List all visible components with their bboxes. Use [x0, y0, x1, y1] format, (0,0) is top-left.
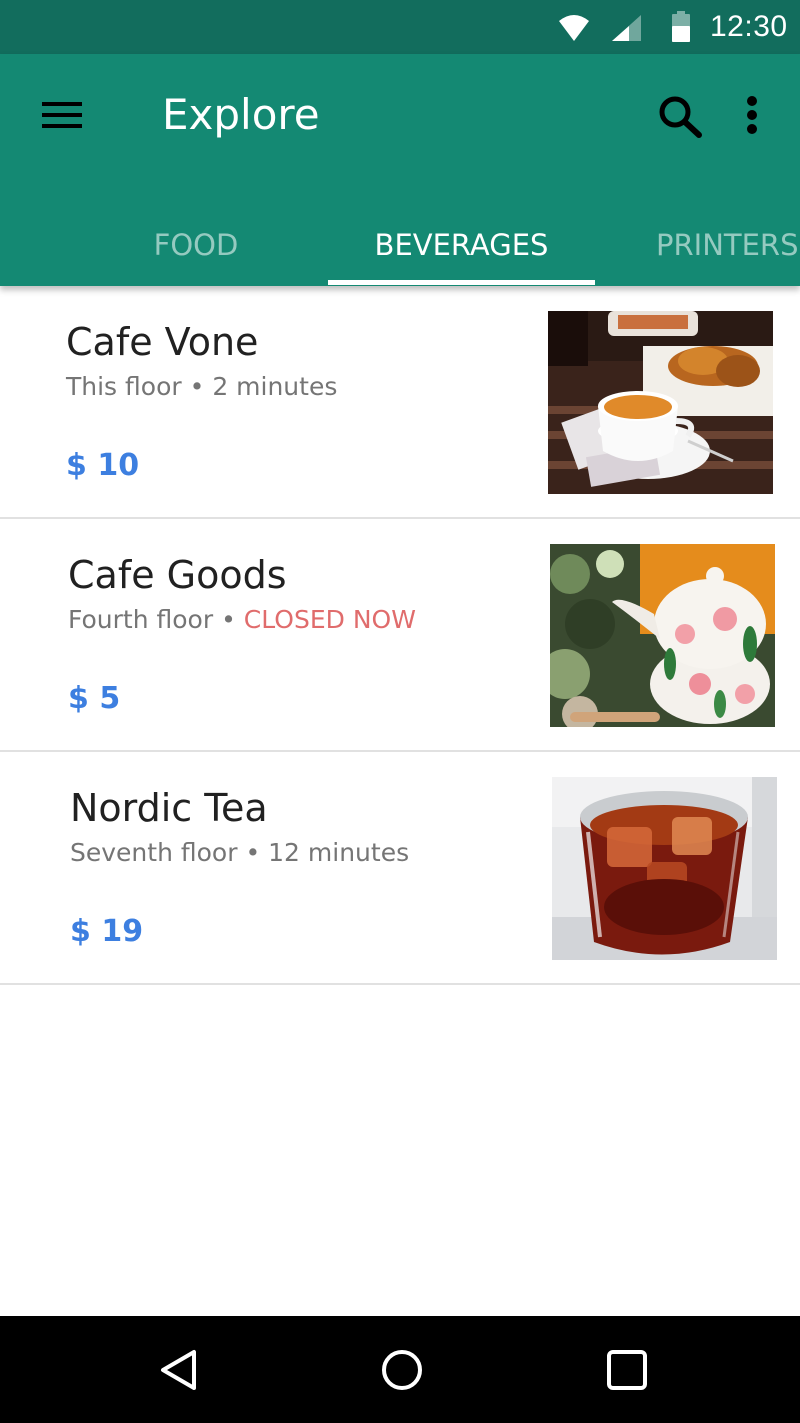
signal-icon — [612, 15, 641, 41]
place-location: Seventh floor — [70, 838, 238, 867]
place-name: Cafe Goods — [68, 553, 287, 597]
tab-beverages[interactable]: BEVERAGES — [328, 204, 595, 286]
place-price: $ 10 — [66, 448, 140, 483]
separator-dot: • — [221, 605, 236, 634]
more-vert-icon[interactable] — [740, 94, 764, 138]
place-name: Nordic Tea — [70, 786, 268, 830]
menu-icon[interactable] — [40, 100, 84, 130]
place-name: Cafe Vone — [66, 320, 259, 364]
place-detail: 12 minutes — [268, 838, 410, 867]
tab-indicator — [328, 280, 595, 285]
status-bar: 12:30 — [0, 0, 800, 54]
place-location: Fourth floor — [68, 605, 214, 634]
battery-icon — [672, 11, 690, 42]
place-location: This floor — [66, 372, 182, 401]
status-time: 12:30 — [710, 10, 788, 43]
system-nav-bar — [0, 1316, 800, 1423]
separator-dot: • — [245, 838, 261, 867]
home-icon[interactable] — [380, 1348, 424, 1392]
wifi-icon — [559, 15, 589, 41]
list-item[interactable]: Cafe Vone This floor • 2 minutes $ 10 — [0, 286, 800, 519]
place-detail: 2 minutes — [212, 372, 338, 401]
closed-status: CLOSED NOW — [243, 605, 416, 634]
app-bar: Explore FOOD BEVERAGES PRINTERS — [0, 54, 800, 286]
back-icon[interactable] — [158, 1348, 200, 1392]
floral-teapot-photo — [550, 544, 775, 727]
tab-printers[interactable]: PRINTERS — [640, 204, 800, 286]
place-price: $ 19 — [70, 914, 144, 949]
place-subtitle: Fourth floor • CLOSED NOW — [68, 605, 416, 634]
search-icon[interactable] — [656, 94, 706, 140]
place-subtitle: Seventh floor • 12 minutes — [70, 838, 409, 867]
place-price: $ 5 — [68, 681, 121, 716]
separator-dot: • — [189, 372, 205, 401]
coffee-croissant-photo — [548, 311, 773, 494]
tab-food[interactable]: FOOD — [100, 204, 292, 286]
tab-bar: FOOD BEVERAGES PRINTERS — [0, 204, 800, 286]
list-item[interactable]: Cafe Goods Fourth floor • CLOSED NOW $ 5 — [0, 519, 800, 752]
iced-tea-photo — [552, 777, 777, 960]
recents-icon[interactable] — [605, 1348, 649, 1392]
page-title: Explore — [162, 90, 320, 139]
list-item[interactable]: Nordic Tea Seventh floor • 12 minutes $ … — [0, 752, 800, 985]
place-subtitle: This floor • 2 minutes — [66, 372, 337, 401]
